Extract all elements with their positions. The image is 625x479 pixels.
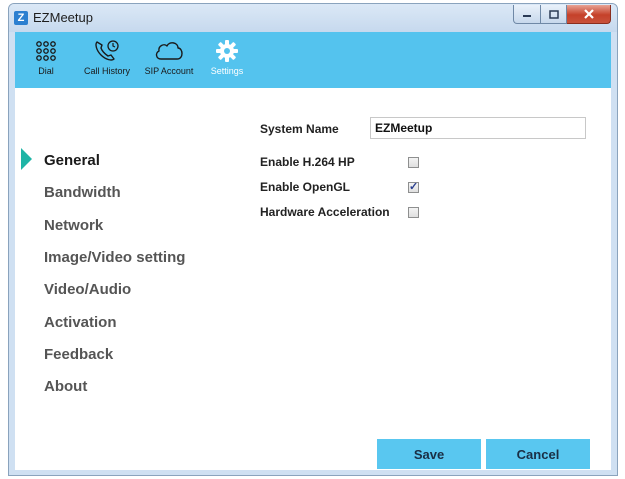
toolbar-settings-label: Settings [210,66,244,76]
save-button[interactable]: Save [377,439,481,469]
system-name-input[interactable] [370,117,586,139]
sidebar-item-image-video-setting[interactable]: Image/Video setting [44,249,185,266]
settings-panel: General Bandwidth Network Image/Video se… [15,88,611,470]
toolbar-call-history[interactable]: Call History [77,36,137,86]
cancel-button[interactable]: Cancel [486,439,590,469]
toolbar-dial[interactable]: Dial [29,36,63,86]
title-bar: Z EZMeetup [9,4,617,32]
checkmark-icon: ✓ [409,181,419,193]
sidebar-item-activation[interactable]: Activation [44,314,117,331]
window-controls [513,5,611,24]
system-name-label: System Name [260,122,339,136]
toolbar-settings[interactable]: Settings [205,36,249,86]
maximize-button[interactable] [541,5,567,24]
sidebar-item-video-audio[interactable]: Video/Audio [44,281,131,298]
sidebar-item-general[interactable]: General [44,152,100,169]
app-window: Z EZMeetup Dial Call History SIP Account… [8,3,618,476]
sidebar-item-network[interactable]: Network [44,217,103,234]
minimize-icon [523,15,531,17]
cloud-icon [155,42,183,60]
sidebar-item-bandwidth[interactable]: Bandwidth [44,184,121,201]
toolbar-sip-account[interactable]: SIP Account [139,36,199,86]
toolbar-sip-account-label: SIP Account [144,66,194,76]
hardware-acceleration-label: Hardware Acceleration [260,205,390,219]
minimize-button[interactable] [513,5,541,24]
maximize-icon [548,9,559,19]
close-icon [583,9,594,19]
app-logo-icon: Z [14,11,28,25]
sidebar-item-feedback[interactable]: Feedback [44,346,113,363]
opengl-label: Enable OpenGL [260,180,351,194]
h264-checkbox[interactable] [408,157,419,168]
gear-icon [216,40,238,62]
phone-history-icon [95,40,119,61]
opengl-checkbox[interactable]: ✓ [408,181,419,193]
main-toolbar: Dial Call History SIP Account Settings [15,32,611,88]
dialpad-icon [36,41,56,61]
window-title: EZMeetup [33,10,93,25]
close-button[interactable] [567,5,611,24]
hardware-acceleration-checkbox[interactable] [408,207,419,218]
active-section-arrow [21,148,32,170]
sidebar-item-about[interactable]: About [44,378,87,395]
toolbar-call-history-label: Call History [83,66,130,76]
toolbar-dial-label: Dial [38,66,54,76]
h264-label: Enable H.264 HP [260,155,355,169]
